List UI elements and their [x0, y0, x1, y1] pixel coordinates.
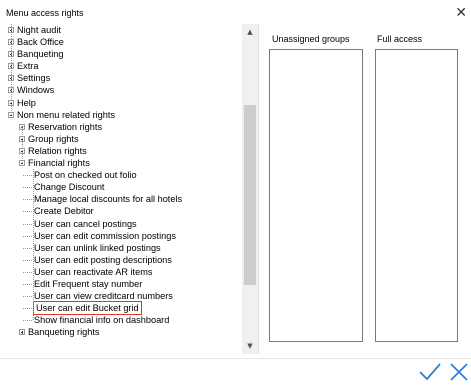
tree-item-label-highlighted: User can edit Bucket grid: [33, 301, 142, 316]
tree-item[interactable]: Create Debitor: [6, 205, 244, 217]
chevron-up-icon[interactable]: ▲: [242, 24, 258, 40]
tree-item[interactable]: Back Office: [6, 36, 244, 48]
tree-connector: [23, 271, 32, 273]
tree-list: Night audit Back Office Banqueting Extra Set…: [6, 24, 244, 338]
window-topbar: [0, 0, 471, 6]
tree-item[interactable]: User can cancel postings: [6, 218, 244, 230]
tree-item[interactable]: Financial rights: [6, 157, 244, 169]
cross-icon: [450, 363, 468, 381]
tree-item-label: Reservation rights: [28, 121, 103, 132]
tree-item-label: Windows: [17, 85, 55, 96]
tree-item[interactable]: Settings: [6, 72, 244, 84]
tree-connector: [23, 187, 32, 189]
tree-item-label: User can reactivate AR items: [34, 266, 153, 277]
tree-item-label: Manage local discounts for all hotels: [34, 194, 183, 205]
tree-guide-line: [22, 126, 23, 164]
unassigned-groups-list[interactable]: [269, 49, 363, 342]
tree-item[interactable]: User can unlink linked postings: [6, 242, 244, 254]
tree-item[interactable]: Edit Frequent stay number: [6, 278, 244, 290]
tree-item[interactable]: Show financial info on dashboard: [6, 314, 244, 326]
tree-guide-line: [11, 24, 12, 115]
tree-item-label: Relation rights: [28, 145, 87, 156]
tree-item[interactable]: Extra: [6, 60, 244, 72]
expand-icon[interactable]: [19, 329, 25, 336]
tree-item-label: Edit Frequent stay number: [34, 278, 143, 289]
tree-item-label: Back Office: [17, 37, 64, 48]
tree-item-label: Settings: [17, 73, 51, 84]
tree-item[interactable]: Windows: [6, 84, 244, 96]
chevron-down-icon[interactable]: ▼: [242, 338, 258, 354]
tree-item-label: Show financial info on dashboard: [34, 315, 170, 326]
full-access-header: Full access: [377, 34, 423, 44]
cancel-button[interactable]: [449, 362, 469, 382]
tree-guide-line: [33, 169, 34, 321]
tree-connector: [23, 283, 32, 285]
tree-item-label: User can edit commission postings: [34, 230, 176, 241]
tree-item[interactable]: Manage local discounts for all hotels: [6, 193, 244, 205]
tree-item[interactable]: Reservation rights: [6, 121, 244, 133]
tree-item[interactable]: User can view creditcard numbers: [6, 290, 244, 302]
tree-item-label: Night audit: [17, 25, 61, 35]
rights-tree: Night audit Back Office Banqueting Extra Set…: [6, 24, 259, 354]
tree-scrollbar[interactable]: ▲ ▼: [242, 24, 258, 354]
tree-item-label: Help: [17, 97, 36, 108]
tree-item[interactable]: Change Discount: [6, 181, 244, 193]
tree-item-label: User can cancel postings: [34, 218, 137, 229]
tree-item-label: User can edit posting descriptions: [34, 254, 172, 265]
tree-item-label: User can view creditcard numbers: [34, 291, 173, 302]
tree-item-label: Banqueting rights: [28, 327, 100, 338]
close-icon[interactable]: ✕: [455, 6, 467, 20]
tree-item[interactable]: Non menu related rights: [6, 109, 244, 121]
tree-item[interactable]: Relation rights: [6, 145, 244, 157]
checkmark-icon: [419, 363, 441, 381]
tree-item[interactable]: Help: [6, 97, 244, 109]
tree-item[interactable]: Banqueting: [6, 48, 244, 60]
unassigned-groups-header: Unassigned groups: [272, 34, 350, 44]
tree-item-label: Create Debitor: [34, 206, 94, 217]
tree-item-label: Non menu related rights: [17, 109, 116, 120]
ok-button[interactable]: [418, 362, 442, 382]
tree-item-label: Group rights: [28, 133, 79, 144]
tree-connector: [23, 175, 32, 177]
tree-connector: [23, 235, 32, 237]
tree-connector: [23, 320, 32, 322]
tree-item-label: Financial rights: [28, 158, 90, 169]
tree-item[interactable]: Group rights: [6, 133, 244, 145]
dialog-footer: [0, 358, 471, 386]
tree-connector: [23, 199, 32, 201]
tree-connector: [23, 247, 32, 249]
tree-item[interactable]: Banqueting rights: [6, 326, 244, 338]
tree-item-label: Change Discount: [34, 182, 105, 193]
scroll-thumb[interactable]: [244, 104, 256, 285]
tree-item[interactable]: User can reactivate AR items: [6, 266, 244, 278]
tree-item[interactable]: User can edit Bucket grid: [6, 301, 244, 316]
tree-item-label: Extra: [17, 61, 39, 72]
full-access-list[interactable]: [375, 49, 458, 342]
tree-connector: [23, 211, 32, 213]
tree-item-label: Post on checked out folio: [34, 170, 137, 181]
tree-connector: [23, 223, 32, 225]
tree-item-label: User can unlink linked postings: [34, 242, 161, 253]
tree-item[interactable]: Post on checked out folio: [6, 169, 244, 181]
tree-connector: [23, 308, 32, 310]
tree-item-label: Banqueting: [17, 49, 64, 60]
tree-connector: [23, 259, 32, 261]
group-title: Menu access rights: [6, 8, 86, 19]
tree-item[interactable]: Night audit: [6, 24, 244, 36]
tree-item[interactable]: User can edit commission postings: [6, 230, 244, 242]
tree-connector: [23, 296, 32, 298]
tree-item[interactable]: User can edit posting descriptions: [6, 254, 244, 266]
